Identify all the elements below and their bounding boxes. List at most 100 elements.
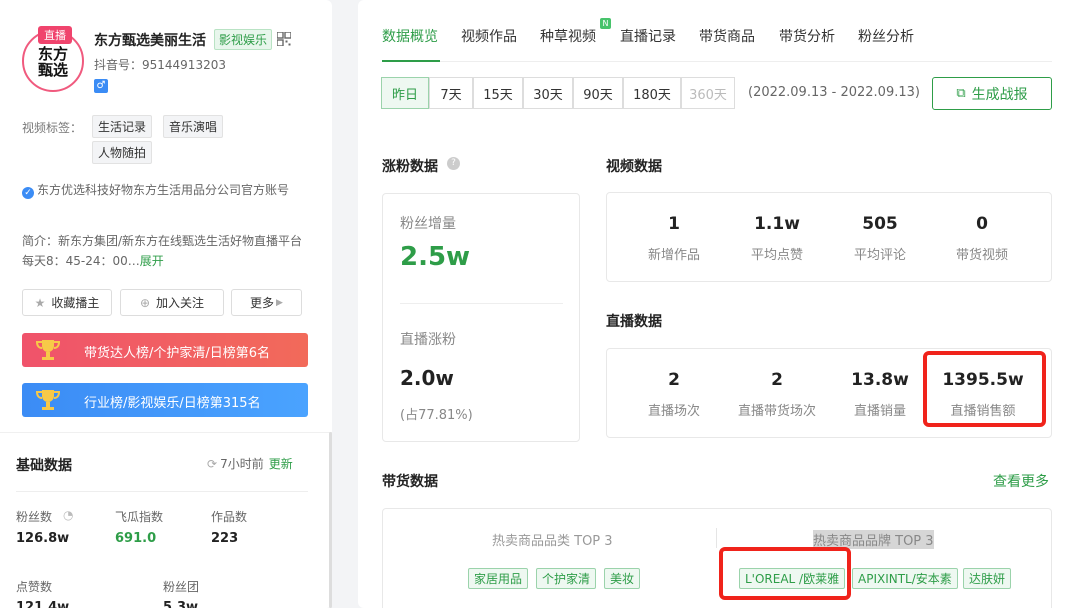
live-sessions-value: 2 xyxy=(668,370,680,390)
see-more-link[interactable]: 查看更多 xyxy=(993,471,1049,491)
verified-check-icon: ✓ xyxy=(22,187,34,199)
refresh-link[interactable]: 更新 xyxy=(269,457,293,471)
range-360d[interactable]: 360天 xyxy=(681,77,735,109)
update-info: ⟳ 7小时前 更新 xyxy=(207,455,293,472)
trophy-icon xyxy=(35,340,61,360)
tab-seeding-videos[interactable]: 种草视频 xyxy=(540,26,596,46)
stat-value: 126.8w xyxy=(16,531,70,546)
verification-text: 东方优选科技好物东方生活用品分公司官方账号 xyxy=(37,183,290,197)
divider xyxy=(716,528,717,548)
more-label: 更多 xyxy=(250,296,275,310)
intro-expand-link[interactable]: 展开 xyxy=(140,254,164,268)
stat-label: 点赞数 xyxy=(16,580,53,594)
stat-value: 691.0 xyxy=(115,531,157,546)
divider xyxy=(16,491,308,492)
rank-text-sales: 带货达人榜/个护家清/日榜第6名 xyxy=(84,346,271,361)
range-30d[interactable]: 30天 xyxy=(523,77,573,109)
generate-report-button[interactable]: ⧉ 生成战报 xyxy=(932,77,1052,110)
chart-pie-icon[interactable]: ◔ xyxy=(63,508,73,522)
video-data-title: 视频数据 xyxy=(606,159,662,175)
category-tag[interactable]: 个护家清 xyxy=(536,568,597,589)
stat-value: 121.4w xyxy=(16,600,70,608)
profile-panel: 东方 甄选 直播 东方甄选美丽生活 影视娱乐 抖音号：95144913203 ♂ … xyxy=(0,0,332,608)
video-comments-label: 平均评论 xyxy=(853,248,906,263)
qr-code-icon[interactable] xyxy=(277,32,291,46)
category-tag: 影视娱乐 xyxy=(214,29,273,50)
stat-label: 飞瓜指数 xyxy=(115,510,164,524)
stat-value: 223 xyxy=(211,531,239,546)
stat-label: 作品数 xyxy=(211,510,248,524)
chevron-right-icon: ▶ xyxy=(276,297,283,308)
fans-increase-label: 粉丝增量 xyxy=(400,216,456,232)
range-180d[interactable]: 180天 xyxy=(623,77,681,109)
basic-data-title: 基础数据 xyxy=(16,458,72,474)
range-7d[interactable]: 7天 xyxy=(429,77,473,109)
intro: 简介：新东方集团/新东方在线甄选生活好物直播平台 每天8：45-24：00…展开 xyxy=(22,231,308,271)
collect-button[interactable]: ★ 收藏播主 xyxy=(22,289,112,316)
range-yesterday[interactable]: 昨日 xyxy=(381,77,429,109)
live-sessions-label: 直播场次 xyxy=(647,404,700,419)
video-new-label: 新增作品 xyxy=(647,248,700,263)
live-goods-sessions-label: 直播带货场次 xyxy=(737,404,816,419)
live-fans-label: 直播涨粉 xyxy=(400,332,456,348)
tab-fans-analysis[interactable]: 粉丝分析 xyxy=(858,26,914,46)
highlight-box xyxy=(923,351,1046,427)
video-goods-value: 0 xyxy=(976,214,988,234)
collect-label: 收藏播主 xyxy=(51,296,100,310)
tabs-divider xyxy=(382,61,1052,62)
fans-increase-value: 2.5w xyxy=(400,242,471,272)
stat-value: 5.3w xyxy=(163,600,199,608)
more-button[interactable]: 更多 ▶ xyxy=(231,289,302,316)
live-fans-value: 2.0w xyxy=(400,366,454,390)
stat-label: 粉丝团 xyxy=(163,580,200,594)
range-90d[interactable]: 90天 xyxy=(573,77,623,109)
rank-banner-sales[interactable]: 带货达人榜/个护家清/日榜第6名 xyxy=(22,333,308,367)
stat-label: 粉丝数 xyxy=(16,510,53,524)
divider xyxy=(0,432,332,433)
live-tag: 直播 xyxy=(38,26,72,44)
tab-live-records[interactable]: 直播记录 xyxy=(620,26,676,46)
help-icon[interactable]: ? xyxy=(447,157,460,170)
follow-button[interactable]: ⊕ 加入关注 xyxy=(120,289,224,316)
live-goods-sessions-value: 2 xyxy=(771,370,783,390)
refresh-icon: ⟳ xyxy=(207,457,218,471)
brand-tag[interactable]: 达肤妍 xyxy=(963,568,1012,589)
category-tag[interactable]: 家居用品 xyxy=(468,568,529,589)
video-goods-label: 带货视频 xyxy=(955,248,1008,263)
tab-videos[interactable]: 视频作品 xyxy=(461,26,517,46)
tab-goods[interactable]: 带货商品 xyxy=(699,26,755,46)
video-tag[interactable]: 音乐演唱 xyxy=(163,115,224,138)
new-badge: N xyxy=(600,18,611,29)
video-card xyxy=(606,192,1052,282)
tab-goods-analysis[interactable]: 带货分析 xyxy=(779,26,835,46)
tab-overview[interactable]: 数据概览 xyxy=(382,26,438,46)
brand-tag[interactable]: APIXINTL/安本素 xyxy=(852,568,958,589)
main-panel: 数据概览 视频作品 种草视频 N 直播记录 带货商品 带货分析 粉丝分析 昨日 … xyxy=(358,0,1080,608)
video-comments-value: 505 xyxy=(862,214,898,234)
rank-text-industry: 行业榜/影视娱乐/日榜第315名 xyxy=(84,396,261,411)
video-likes-label: 平均点赞 xyxy=(750,248,803,263)
follow-label: 加入关注 xyxy=(156,296,205,310)
live-fans-pct: (占77.81%) xyxy=(400,408,473,423)
date-range: (2022.09.13 - 2022.09.13) xyxy=(748,85,920,100)
trophy-icon xyxy=(35,390,61,410)
category-tag[interactable]: 美妆 xyxy=(604,568,641,589)
divider xyxy=(400,303,563,304)
verification: ✓ 东方优选科技好物东方生活用品分公司官方账号 xyxy=(22,180,308,200)
gender-male-icon: ♂ xyxy=(94,79,108,93)
active-tab-indicator xyxy=(382,60,440,62)
fans-data-title: 涨粉数据 xyxy=(382,159,438,175)
scrollbar[interactable] xyxy=(329,432,332,608)
video-likes-value: 1.1w xyxy=(754,214,800,234)
plus-circle-icon: ⊕ xyxy=(139,295,151,310)
rank-banner-industry[interactable]: 行业榜/影视娱乐/日榜第315名 xyxy=(22,383,308,417)
video-tag[interactable]: 生活记录 xyxy=(92,115,153,138)
video-new-value: 1 xyxy=(668,214,680,234)
live-sales-volume-value: 13.8w xyxy=(851,370,909,390)
goods-card xyxy=(382,508,1052,608)
account-name: 东方甄选美丽生活 xyxy=(94,33,206,49)
video-tag[interactable]: 人物随拍 xyxy=(92,141,153,164)
range-15d[interactable]: 15天 xyxy=(473,77,523,109)
external-link-icon: ⧉ xyxy=(956,86,966,101)
update-time: 7小时前 xyxy=(220,457,264,471)
